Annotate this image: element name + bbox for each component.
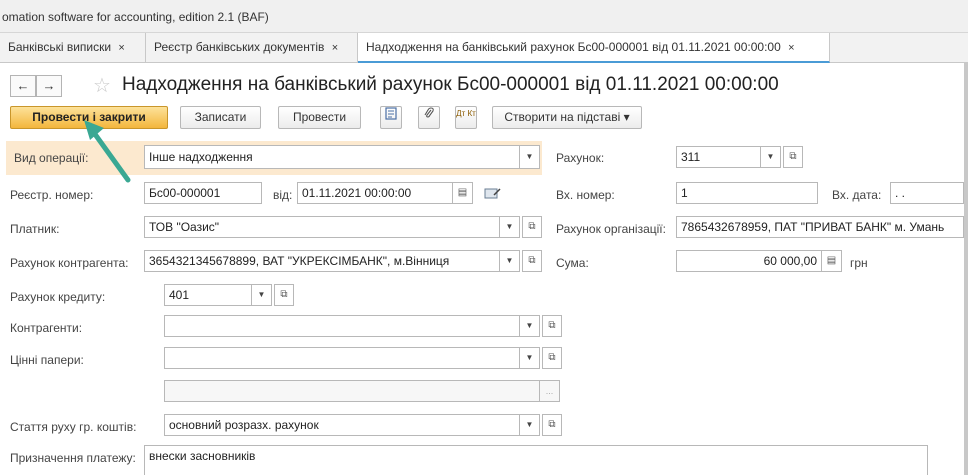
credit-account-field[interactable]: 401 (164, 284, 252, 306)
attachment-icon[interactable] (418, 106, 440, 129)
calculator-icon[interactable]: ▤ (822, 250, 842, 272)
reg-no-field[interactable]: Бс00-000001 (144, 182, 262, 204)
in-date-field[interactable]: . . (890, 182, 964, 204)
close-icon[interactable]: × (332, 42, 338, 54)
window-titlebar: omation software for accounting, edition… (0, 0, 968, 33)
org-account-label: Рахунок організації: (556, 222, 666, 236)
save-button[interactable]: Записати (180, 106, 261, 129)
open-icon[interactable]: ⧉ (274, 284, 294, 306)
contractor-account-field[interactable]: 3654321345678899, ВАТ "УКРЕКСІМБАНК", м.… (144, 250, 500, 272)
arrow-annotation-icon (84, 120, 131, 183)
edit-note-icon[interactable] (484, 186, 502, 200)
post-button[interactable]: Провести (278, 106, 361, 129)
in-no-label: Вх. номер: (556, 188, 615, 202)
tab-label: Надходження на банківський рахунок Бс00-… (366, 40, 781, 54)
purpose-field[interactable]: внески засновників (144, 445, 928, 475)
page-title: Надходження на банківський рахунок Бс00-… (122, 74, 779, 95)
open-icon[interactable]: ⧉ (542, 347, 562, 369)
op-type-label: Вид операції: (14, 151, 89, 165)
chevron-down-icon[interactable]: ▼ (500, 250, 520, 272)
tab-label: Банківські виписки (8, 40, 112, 54)
currency-label: грн (850, 256, 868, 270)
chevron-down-icon[interactable]: ▼ (252, 284, 272, 306)
close-icon[interactable]: × (788, 42, 794, 54)
window-border (964, 63, 968, 475)
contractor-account-label: Рахунок контрагента: (10, 256, 129, 270)
tab-label: Реєстр банківських документів (154, 40, 325, 54)
contractors-label: Контрагенти: (10, 321, 83, 335)
print-icon[interactable] (380, 106, 402, 129)
extra-field (164, 380, 540, 402)
open-icon[interactable]: ⧉ (542, 414, 562, 436)
chevron-down-icon[interactable]: ▼ (520, 145, 540, 169)
securities-field[interactable] (164, 347, 520, 369)
cashflow-field[interactable]: основний розразх. рахунок (164, 414, 520, 436)
chevron-down-icon[interactable]: ▼ (500, 216, 520, 238)
credit-account-label: Рахунок кредиту: (10, 290, 106, 304)
contractors-field[interactable] (164, 315, 520, 337)
reg-no-label: Реєстр. номер: (10, 188, 94, 202)
forward-button[interactable]: → (36, 75, 62, 97)
date-field[interactable]: 01.11.2021 00:00:00 (297, 182, 453, 204)
tab-bank-statements[interactable]: Банківські виписки × (0, 33, 146, 63)
in-date-label: Вх. дата: (832, 188, 882, 202)
close-icon[interactable]: × (118, 42, 124, 54)
window-title: omation software for accounting, edition… (2, 10, 269, 24)
date-label: від: (273, 188, 293, 202)
cashflow-label: Стаття руху гр. коштів: (10, 420, 137, 434)
chevron-down-icon[interactable]: ▼ (520, 414, 540, 436)
tab-bar: Банківські виписки × Реєстр банківських … (0, 33, 968, 63)
payer-field[interactable]: ТОВ "Оазис" (144, 216, 500, 238)
open-icon[interactable]: ⧉ (522, 216, 542, 238)
dt-kt-icon[interactable]: Дт Кт (455, 106, 477, 129)
star-icon[interactable]: ☆ (93, 75, 111, 97)
in-no-field[interactable]: 1 (676, 182, 818, 204)
open-icon[interactable]: ⧉ (542, 315, 562, 337)
back-button[interactable]: ← (10, 75, 36, 97)
account-field[interactable]: 311 (676, 146, 761, 168)
calendar-icon[interactable]: ▤ (453, 182, 473, 204)
chevron-down-icon[interactable]: ▼ (761, 146, 781, 168)
purpose-label: Призначення платежу: (10, 451, 136, 465)
open-icon[interactable]: ⧉ (522, 250, 542, 272)
payer-label: Платник: (10, 222, 60, 236)
open-icon[interactable]: ⧉ (783, 146, 803, 168)
chevron-down-icon[interactable]: ▼ (520, 315, 540, 337)
amount-label: Сума: (556, 256, 589, 270)
org-account-field[interactable]: 7865432678959, ПАТ "ПРИВАТ БАНК" м. Уман… (676, 216, 964, 238)
chevron-down-icon[interactable]: ▼ (520, 347, 540, 369)
op-type-field[interactable]: Інше надходження (144, 145, 520, 169)
create-based-on-button[interactable]: Створити на підставі ▾ (492, 106, 642, 129)
tab-bank-documents-register[interactable]: Реєстр банківських документів × (146, 33, 358, 63)
securities-label: Цінні папери: (10, 353, 84, 367)
amount-field[interactable]: 60 000,00 (676, 250, 822, 272)
select-ellipsis-button: ... (540, 380, 560, 402)
tab-bank-receipt[interactable]: Надходження на банківський рахунок Бс00-… (358, 33, 830, 63)
account-label: Рахунок: (556, 151, 605, 165)
